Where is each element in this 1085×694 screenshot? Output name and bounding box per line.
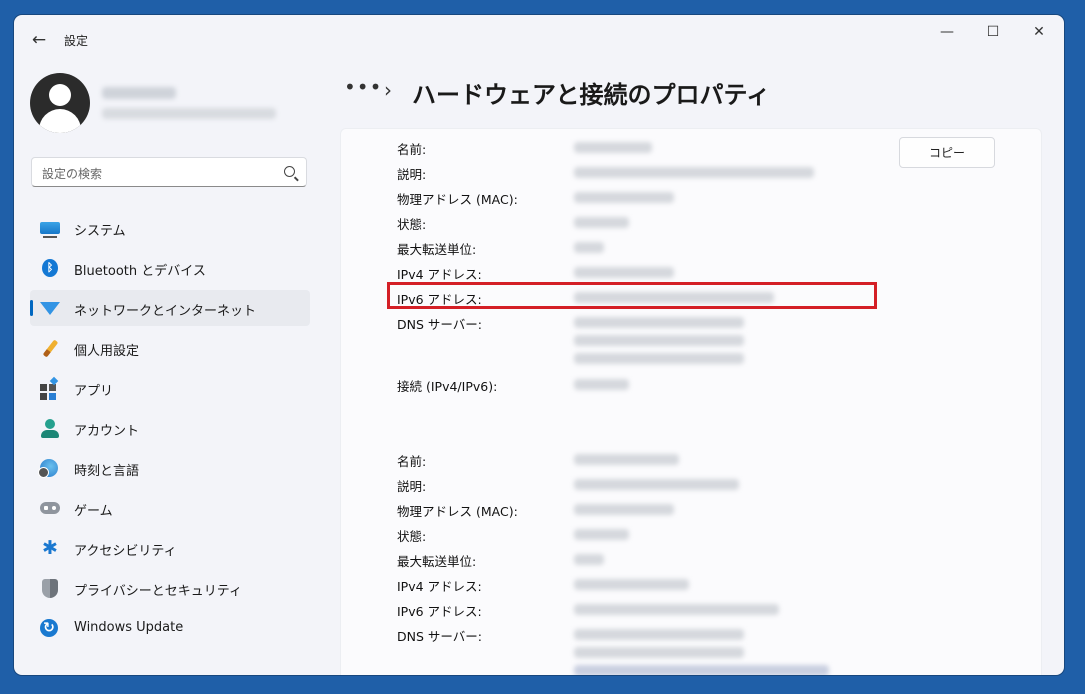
- sidebar-item-gaming[interactable]: ゲーム: [30, 490, 310, 526]
- prop-label-mac: 物理アドレス (MAC):: [397, 192, 518, 207]
- sidebar-item-label: 個人用設定: [74, 344, 140, 359]
- sidebar-item-label: アカウント: [74, 424, 140, 439]
- ipv6-highlight-box: [387, 282, 877, 309]
- prop-label-name: 名前:: [397, 142, 427, 157]
- update-icon: ↻: [40, 619, 58, 637]
- sidebar-item-personalization[interactable]: 個人用設定: [30, 330, 310, 366]
- chevron-right-icon: ›: [384, 78, 392, 102]
- value-blurred: [574, 579, 689, 590]
- prop-label-status: 状態:: [397, 217, 427, 232]
- avatar-body: [39, 109, 81, 133]
- globe-clock-icon: [38, 459, 58, 478]
- sidebar-item-bluetooth[interactable]: ᛒ Bluetooth とデバイス: [30, 250, 310, 286]
- value-blurred: [574, 192, 674, 203]
- sidebar-item-windows-update[interactable]: ↻ Windows Update: [30, 610, 310, 646]
- prop-label-ipv4: IPv4 アドレス:: [397, 579, 482, 594]
- prop-label-ipv6: IPv6 アドレス:: [397, 604, 482, 619]
- sidebar-item-label: 時刻と言語: [74, 464, 140, 479]
- avatar-head: [49, 84, 71, 106]
- maximize-button[interactable]: ☐: [970, 21, 1016, 43]
- value-blurred: [574, 167, 814, 178]
- settings-window: ← 設定 — ☐ ✕ 設定の検索 システム ᛒ Bluetooth とデバイス …: [14, 15, 1064, 675]
- brush-icon: [40, 339, 60, 357]
- sidebar-item-label: プライバシーとセキュリティ: [74, 584, 242, 599]
- value-blurred: [574, 217, 629, 228]
- value-blurred: [574, 647, 744, 658]
- sidebar-item-apps[interactable]: アプリ: [30, 370, 310, 406]
- value-blurred: [574, 242, 604, 253]
- copy-button[interactable]: コピー: [899, 137, 995, 168]
- back-arrow-icon[interactable]: ←: [28, 29, 50, 51]
- prop-label-mtu: 最大転送単位:: [397, 554, 477, 569]
- value-blurred: [574, 629, 744, 640]
- prop-label-connectivity: 接続 (IPv4/IPv6):: [397, 379, 498, 394]
- prop-label-ipv4: IPv4 アドレス:: [397, 267, 482, 282]
- prop-label-status: 状態:: [397, 529, 427, 544]
- system-icon: [40, 222, 60, 238]
- wifi-icon: [40, 302, 60, 316]
- sidebar-item-label: Bluetooth とデバイス: [74, 264, 206, 279]
- title-bar: ← 設定 — ☐ ✕: [14, 15, 1064, 63]
- sidebar-item-privacy[interactable]: プライバシーとセキュリティ: [30, 570, 310, 606]
- more-icon[interactable]: •••: [344, 75, 382, 99]
- prop-label-dns: DNS サーバー:: [397, 629, 482, 644]
- sidebar-item-time-language[interactable]: 時刻と言語: [30, 450, 310, 486]
- sidebar-item-accessibility[interactable]: ✱ アクセシビリティ: [30, 530, 310, 566]
- page-title: ハードウェアと接続のプロパティ: [412, 81, 771, 109]
- prop-label-dns: DNS サーバー:: [397, 317, 482, 332]
- gamepad-icon: [40, 502, 60, 514]
- value-blurred: [574, 379, 629, 390]
- value-blurred: [574, 335, 744, 346]
- value-blurred: [574, 267, 674, 278]
- value-blurred: [574, 504, 674, 515]
- sidebar-item-label: ゲーム: [74, 504, 113, 519]
- bluetooth-icon: ᛒ: [42, 259, 58, 277]
- value-blurred: [574, 529, 629, 540]
- value-blurred: [574, 479, 739, 490]
- account-icon: [40, 419, 60, 438]
- sidebar-item-label: システム: [74, 224, 126, 239]
- sidebar-item-network[interactable]: ネットワークとインターネット: [30, 290, 310, 326]
- minimize-button[interactable]: —: [924, 21, 970, 43]
- prop-label-description: 説明:: [397, 479, 427, 494]
- sidebar-item-system[interactable]: システム: [30, 210, 310, 246]
- accessibility-icon: ✱: [42, 537, 58, 559]
- value-blurred: [574, 353, 744, 364]
- sidebar-item-label: ネットワークとインターネット: [74, 304, 257, 319]
- prop-label-description: 説明:: [397, 167, 427, 182]
- shield-icon: [40, 579, 60, 598]
- value-blurred: [574, 454, 679, 465]
- value-blurred: [574, 665, 829, 675]
- value-blurred: [574, 604, 779, 615]
- value-blurred: [574, 317, 744, 328]
- prop-label-mac: 物理アドレス (MAC):: [397, 504, 518, 519]
- search-box[interactable]: 設定の検索: [31, 157, 307, 187]
- close-button[interactable]: ✕: [1016, 21, 1062, 43]
- search-input[interactable]: 設定の検索: [42, 165, 102, 182]
- value-blurred: [574, 554, 604, 565]
- app-title: 設定: [64, 34, 89, 48]
- sidebar-item-label: アクセシビリティ: [74, 544, 177, 559]
- value-blurred: [574, 142, 652, 153]
- apps-icon: [40, 379, 60, 397]
- sidebar-item-accounts[interactable]: アカウント: [30, 410, 310, 446]
- search-icon[interactable]: [284, 166, 295, 177]
- prop-label-name: 名前:: [397, 454, 427, 469]
- prop-label-mtu: 最大転送単位:: [397, 242, 477, 257]
- avatar[interactable]: [30, 73, 90, 133]
- sidebar-item-label: Windows Update: [74, 620, 184, 635]
- user-name-blurred: [102, 87, 176, 99]
- user-email-blurred: [102, 108, 276, 119]
- sidebar-nav: システム ᛒ Bluetooth とデバイス ネットワークとインターネット 個人…: [30, 210, 310, 650]
- sidebar-item-label: アプリ: [74, 384, 114, 399]
